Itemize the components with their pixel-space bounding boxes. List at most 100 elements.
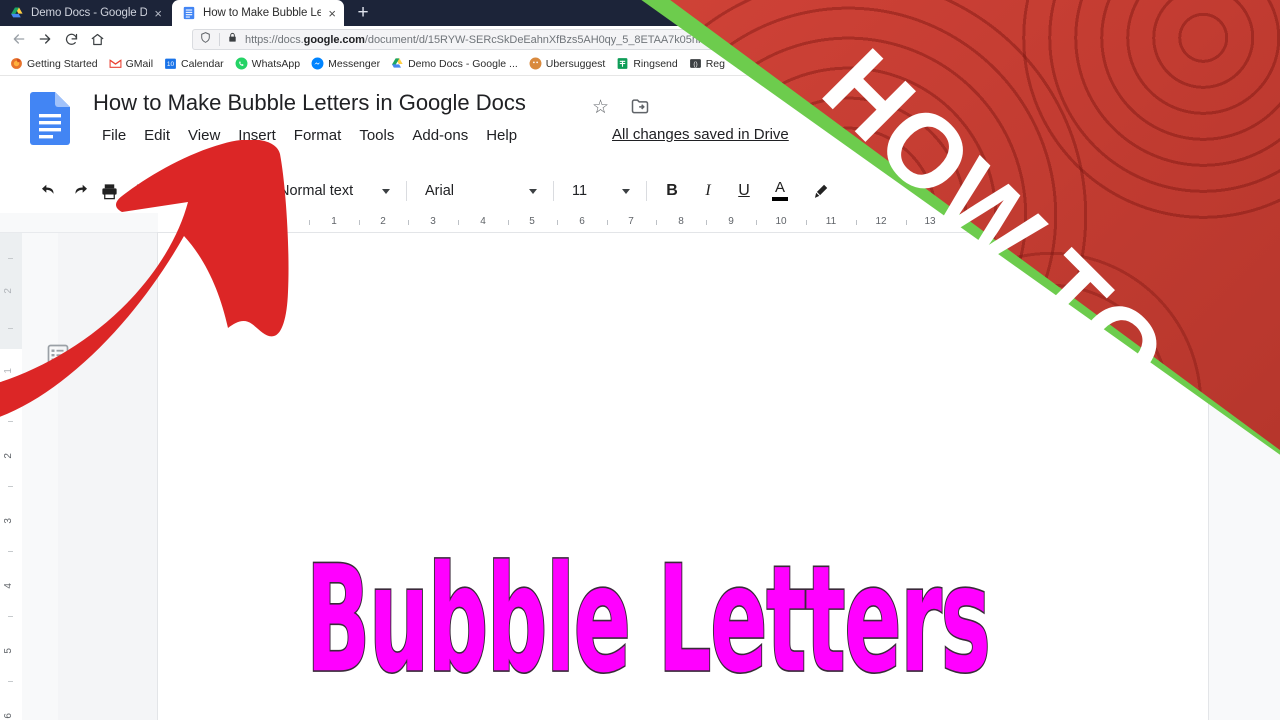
close-icon[interactable]: ×: [328, 7, 336, 20]
zoom-dropdown[interactable]: [154, 177, 250, 205]
ruler-number: 3: [3, 518, 14, 524]
menu-format[interactable]: Format: [285, 125, 351, 146]
browser-tab-inactive[interactable]: Demo Docs - Google Drive ×: [0, 0, 170, 26]
text-color-swatch: [772, 197, 788, 201]
ruler-number: 5: [3, 648, 14, 654]
bookmark-getting-started[interactable]: Getting Started: [6, 56, 102, 71]
bookmark-med-2020[interactable]: Med 2020: [778, 56, 850, 71]
menu-tools[interactable]: Tools: [350, 125, 403, 146]
ruler-number: 11: [825, 216, 837, 227]
home-icon[interactable]: [84, 26, 110, 52]
spellcheck-icon[interactable]: [124, 176, 154, 206]
ruler-tick: [8, 486, 13, 487]
bookmark-ubersuggest[interactable]: Ubersuggest: [525, 56, 610, 71]
whatsapp-icon: [235, 57, 248, 70]
ruler-number: 4: [3, 583, 14, 589]
star-icon[interactable]: ☆: [592, 96, 609, 119]
ruler-number: 3: [430, 216, 436, 227]
gmail-icon: [109, 59, 122, 68]
ruler-number: 4: [480, 216, 486, 227]
ruler-tick: [607, 220, 608, 225]
ruler-tick: [8, 681, 13, 682]
chevron-down-icon: [622, 188, 630, 194]
browser-tab-strip: Demo Docs - Google Drive × How to Make B…: [0, 0, 1280, 26]
ruler-number: 9: [728, 216, 734, 227]
address-bar[interactable]: https://docs.google.com/document/d/15RYW…: [192, 29, 752, 50]
forward-icon[interactable]: [32, 26, 58, 52]
bookmark-gmail[interactable]: GMail: [105, 56, 157, 71]
new-tab-button[interactable]: +: [352, 3, 374, 24]
firefox-icon: [11, 58, 22, 69]
print-icon[interactable]: [94, 176, 124, 206]
calendar-icon: 10: [165, 58, 176, 69]
google-sheets-icon: [737, 58, 748, 69]
bookmark-demo-docs[interactable]: Demo Docs - Google ...: [387, 56, 522, 71]
tab-title: How to Make Bubble Letters in: [203, 7, 322, 19]
browser-tab-active[interactable]: How to Make Bubble Letters in ×: [172, 0, 344, 26]
ruler-number: 1: [3, 368, 14, 374]
document-title[interactable]: How to Make Bubble Letters in Google Doc…: [93, 90, 526, 116]
toolbar-divider: [646, 181, 647, 201]
chevron-down-icon: [236, 188, 244, 194]
bookmark-ringsend[interactable]: Ringsend: [612, 56, 681, 71]
ruler-tick: [706, 220, 707, 225]
bookmark-reg[interactable]: () Reg: [685, 56, 729, 71]
menu-help[interactable]: Help: [477, 125, 526, 146]
toolbar-divider: [553, 181, 554, 201]
menu-insert[interactable]: Insert: [229, 125, 285, 146]
redo-icon[interactable]: [64, 176, 94, 206]
bookmark-whatsapp[interactable]: WhatsApp: [231, 56, 304, 71]
ruler-tick: [8, 551, 13, 552]
ruler-number: 5: [529, 216, 535, 227]
ruler-tick: [557, 220, 558, 225]
bookmark-messenger[interactable]: Messenger: [307, 56, 384, 71]
ruler-tick: [856, 220, 857, 225]
font-size-dropdown[interactable]: 11: [564, 177, 636, 205]
horizontal-ruler[interactable]: 1 2 3 4 5 6 7 8 9 10 11 12 13: [0, 213, 1280, 233]
ubersuggest-icon: [529, 57, 542, 70]
docs-toolbar: Normal text Arial 11 B I U A: [0, 170, 1280, 212]
back-icon[interactable]: [6, 26, 32, 52]
close-icon[interactable]: ×: [154, 7, 162, 20]
google-docs-icon[interactable]: [30, 92, 70, 145]
font-family-value: Arial: [425, 183, 455, 199]
bookmark-label: Reg: [705, 57, 725, 70]
ruler-tick: [359, 220, 360, 225]
save-status[interactable]: All changes saved in Drive: [612, 126, 789, 143]
ruler-number: 2: [380, 216, 386, 227]
menu-view[interactable]: View: [179, 125, 229, 146]
menu-edit[interactable]: Edit: [135, 125, 179, 146]
text-color-button[interactable]: A: [765, 176, 795, 206]
paragraph-style-value: Normal text: [279, 183, 354, 199]
document-body-text[interactable]: Bubble Letters: [305, 543, 992, 697]
italic-button[interactable]: I: [693, 176, 723, 206]
document-outline-icon[interactable]: [44, 341, 72, 369]
ruler-number: 6: [3, 713, 14, 719]
reload-icon[interactable]: [58, 26, 84, 52]
svg-text:(): (): [693, 61, 697, 68]
font-family-dropdown[interactable]: Arial: [417, 177, 543, 205]
bookmark-calendar[interactable]: 10 Calendar: [160, 56, 228, 71]
ruler-number: 2: [3, 288, 14, 294]
ruler-tick: [8, 258, 13, 259]
undo-icon[interactable]: [34, 176, 64, 206]
omnibox-divider: [219, 33, 220, 46]
menu-add-ons[interactable]: Add-ons: [403, 125, 477, 146]
bookmark-mar[interactable]: Mar: [732, 56, 775, 71]
menu-file[interactable]: File: [93, 125, 135, 146]
bookmark-label: Med 2020: [799, 57, 846, 70]
ruler-tick: [8, 328, 13, 329]
lock-icon[interactable]: [227, 31, 238, 49]
highlight-pen-icon[interactable]: [805, 176, 835, 206]
ruler-number: 7: [628, 216, 634, 227]
chevron-down-icon: [382, 188, 390, 194]
bookmark-label: Calendar: [181, 57, 224, 70]
underline-button[interactable]: U: [729, 176, 759, 206]
bold-button[interactable]: B: [657, 176, 687, 206]
document-page[interactable]: Bubble Letters: [158, 233, 1208, 720]
bookmark-label: Getting Started: [27, 57, 98, 70]
move-to-folder-icon[interactable]: [630, 96, 650, 121]
tracking-protection-icon[interactable]: [199, 31, 212, 49]
vertical-ruler[interactable]: 2 1 2 3 4 5 6 7: [0, 233, 22, 720]
paragraph-style-dropdown[interactable]: Normal text: [271, 177, 396, 205]
